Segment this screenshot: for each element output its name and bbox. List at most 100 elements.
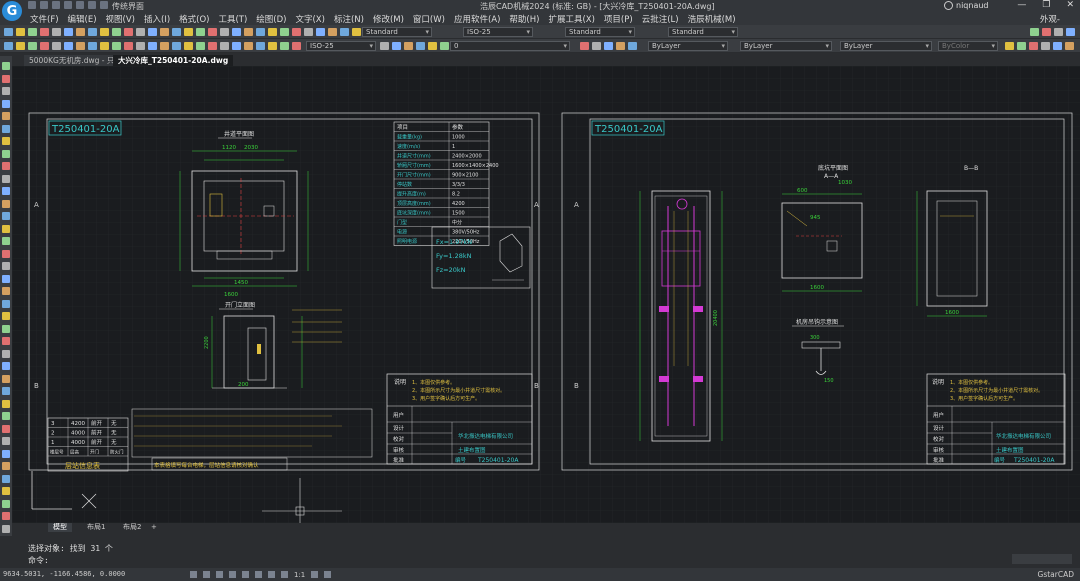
left-tool-icon-23[interactable] (2, 349, 10, 358)
left-tool-icon-22[interactable] (2, 337, 10, 345)
tb2-tool-icon-26[interactable] (392, 42, 401, 50)
left-tool-icon-24[interactable] (2, 362, 10, 370)
snap-toggle-icon[interactable] (190, 571, 197, 578)
left-tool-icon-28[interactable] (2, 412, 10, 420)
grid-toggle-icon[interactable] (203, 571, 210, 578)
menu-item-11[interactable]: 应用软件(A) (454, 13, 500, 25)
menu-item-1[interactable]: 编辑(E) (68, 13, 97, 25)
left-tool-icon-25[interactable] (2, 374, 10, 383)
model-toggle-icon[interactable] (281, 571, 288, 578)
menu-appearance[interactable]: 外观- (1040, 13, 1060, 25)
tab-file-readonly[interactable]: 5000KG无机房.dwg - 只读 (24, 55, 127, 66)
tb2-tool-icon-15[interactable] (184, 42, 193, 50)
tb1-tool-icon-16[interactable] (196, 28, 205, 36)
tb1-tool-icon-23[interactable] (280, 28, 289, 36)
left-tool-icon-20[interactable] (2, 312, 10, 320)
tb2-tool-icon-27[interactable] (404, 42, 413, 50)
left-tool-icon-11[interactable] (2, 199, 10, 208)
left-tool-icon-29[interactable] (2, 424, 10, 433)
tb2-tool-icon-10[interactable] (124, 42, 133, 50)
tb1-tool-icon-5[interactable] (64, 28, 73, 36)
new-icon[interactable] (28, 1, 36, 9)
tb2-tool-icon-7[interactable] (88, 42, 97, 50)
tb1-tool-icon-28[interactable] (340, 28, 349, 36)
tb2-tool-icon-24[interactable] (292, 42, 301, 50)
text-style-select[interactable]: Standard (362, 27, 432, 37)
tb1-tool-icon-29[interactable] (352, 28, 361, 36)
tb2-tool-icon-38[interactable] (1029, 42, 1038, 50)
tab-layout1[interactable]: 布局1 (82, 523, 110, 532)
tb2-tool-icon-34[interactable] (616, 42, 625, 50)
tb1-tool-icon-32[interactable] (1054, 28, 1063, 36)
ortho-toggle-icon[interactable] (216, 571, 223, 578)
tb2-tool-icon-39[interactable] (1041, 42, 1050, 50)
table-style-select[interactable]: Standard (565, 27, 635, 37)
menu-item-5[interactable]: 工具(T) (218, 13, 247, 25)
tb1-tool-icon-21[interactable] (256, 28, 265, 36)
tb2-tool-icon-11[interactable] (136, 42, 145, 50)
tb2-tool-icon-22[interactable] (268, 42, 277, 50)
left-tool-icon-0[interactable] (2, 62, 10, 70)
left-tool-icon-14[interactable] (2, 237, 10, 245)
left-tool-icon-8[interactable] (2, 162, 10, 170)
left-tool-icon-13[interactable] (2, 224, 10, 233)
tb1-tool-icon-30[interactable] (1030, 28, 1039, 36)
menu-item-14[interactable]: 项目(P) (604, 13, 633, 25)
tb1-tool-icon-25[interactable] (304, 28, 313, 36)
left-tool-icon-2[interactable] (2, 87, 10, 95)
workspace-label[interactable]: 传统界面 (112, 1, 144, 11)
menu-item-15[interactable]: 云批注(L) (642, 13, 679, 25)
menu-item-0[interactable]: 文件(F) (30, 13, 59, 25)
tb2-tool-icon-28[interactable] (416, 42, 425, 50)
tb2-tool-icon-19[interactable] (232, 42, 241, 50)
left-tool-icon-1[interactable] (2, 74, 10, 83)
tb1-tool-icon-7[interactable] (88, 28, 97, 36)
user-account[interactable]: niqnaud (944, 1, 989, 10)
menu-item-2[interactable]: 视图(V) (106, 13, 135, 25)
maximize-button[interactable]: ❐ (1042, 0, 1050, 10)
left-tool-icon-5[interactable] (2, 124, 10, 133)
tb1-tool-icon-0[interactable] (4, 28, 13, 36)
left-tool-icon-3[interactable] (2, 99, 10, 108)
osnap-toggle-icon[interactable] (242, 571, 249, 578)
tb2-tool-icon-2[interactable] (28, 42, 37, 50)
tb2-tool-icon-3[interactable] (40, 42, 49, 50)
tb1-tool-icon-15[interactable] (184, 28, 193, 36)
tb1-tool-icon-12[interactable] (148, 28, 157, 36)
open-icon[interactable] (40, 1, 48, 9)
tb2-tool-icon-17[interactable] (208, 42, 217, 50)
tb2-tool-icon-5[interactable] (64, 42, 73, 50)
tb1-tool-icon-11[interactable] (136, 28, 145, 36)
undo-icon[interactable] (76, 1, 84, 9)
tb1-tool-icon-1[interactable] (16, 28, 25, 36)
close-button[interactable]: ✕ (1066, 0, 1074, 10)
tb2-tool-icon-33[interactable] (604, 42, 613, 50)
tab-model[interactable]: 模型 (48, 523, 72, 532)
tb2-tool-icon-6[interactable] (76, 42, 85, 50)
tb1-tool-icon-10[interactable] (124, 28, 133, 36)
menu-item-13[interactable]: 扩展工具(X) (548, 13, 594, 25)
tb1-tool-icon-19[interactable] (232, 28, 241, 36)
tb2-tool-icon-1[interactable] (16, 42, 25, 50)
annotation-scale[interactable]: 1:1 (294, 571, 305, 579)
dim-style-select[interactable]: ISO-25 (463, 27, 533, 37)
left-tool-icon-32[interactable] (2, 462, 10, 470)
redo-icon[interactable] (88, 1, 96, 9)
tb2-tool-icon-20[interactable] (244, 42, 253, 50)
tb2-tool-icon-36[interactable] (1005, 42, 1014, 50)
tb2-tool-icon-12[interactable] (148, 42, 157, 50)
tb2-tool-icon-14[interactable] (172, 42, 181, 50)
left-tool-icon-16[interactable] (2, 262, 10, 270)
otrack-toggle-icon[interactable] (255, 571, 262, 578)
tb1-tool-icon-27[interactable] (328, 28, 337, 36)
menu-item-7[interactable]: 文字(X) (295, 13, 324, 25)
tb1-tool-icon-18[interactable] (220, 28, 229, 36)
left-tool-icon-30[interactable] (2, 437, 10, 445)
menu-item-4[interactable]: 格式(O) (179, 13, 209, 25)
menu-item-3[interactable]: 插入(I) (144, 13, 170, 25)
tb2-tool-icon-37[interactable] (1017, 42, 1026, 50)
lineweight-toggle-icon[interactable] (268, 571, 275, 578)
left-tool-icon-31[interactable] (2, 449, 10, 458)
left-tool-icon-36[interactable] (2, 512, 10, 520)
tb2-tool-icon-9[interactable] (112, 42, 121, 50)
